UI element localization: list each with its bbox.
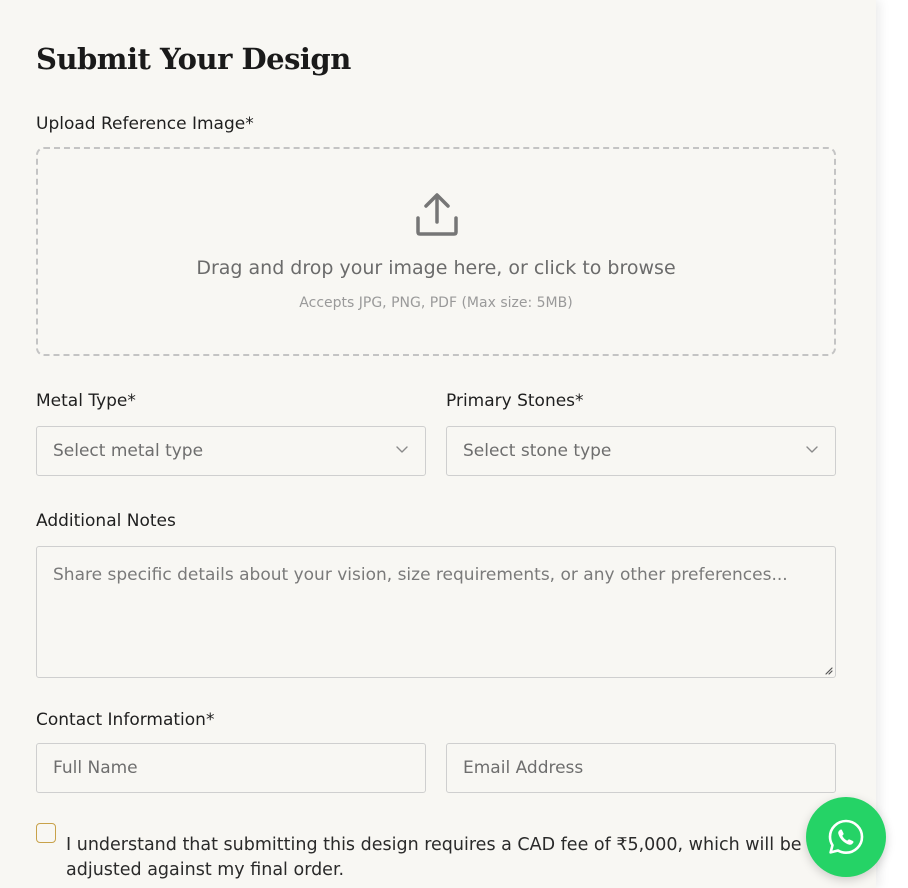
primary-stones-select[interactable]: Select stone type (446, 426, 836, 476)
upload-accepted-formats: Accepts JPG, PNG, PDF (Max size: 5MB) (299, 295, 573, 311)
resize-handle-icon[interactable] (823, 665, 833, 675)
additional-notes-textarea[interactable]: Share specific details about your vision… (36, 546, 836, 678)
metal-type-placeholder: Select metal type (53, 441, 204, 461)
cad-fee-consent-checkbox[interactable] (36, 823, 56, 843)
design-form-card: Submit Your Design Upload Reference Imag… (0, 0, 876, 888)
cad-fee-consent-text: I understand that submitting this design… (66, 835, 802, 880)
notes-placeholder: Share specific details about your vision… (53, 565, 788, 585)
upload-icon (416, 193, 458, 236)
full-name-input[interactable]: Full Name (36, 743, 426, 793)
upload-instructions: Drag and drop your image here, or click … (196, 257, 676, 279)
contact-information-label: Contact Information* (36, 710, 215, 730)
metal-type-select[interactable]: Select metal type (36, 426, 426, 476)
upload-label: Upload Reference Image* (36, 114, 254, 134)
additional-notes-label: Additional Notes (36, 511, 176, 531)
email-address-placeholder: Email Address (463, 758, 584, 778)
chevron-down-icon (396, 446, 408, 453)
whatsapp-icon (828, 819, 864, 854)
primary-stones-label: Primary Stones* (446, 391, 584, 411)
page-title: Submit Your Design (36, 42, 351, 76)
metal-type-label: Metal Type* (36, 391, 136, 411)
upload-dropzone[interactable]: Drag and drop your image here, or click … (36, 147, 836, 356)
whatsapp-chat-button[interactable] (806, 797, 886, 877)
chevron-down-icon (806, 446, 818, 453)
primary-stones-placeholder: Select stone type (463, 441, 612, 461)
email-address-input[interactable]: Email Address (446, 743, 836, 793)
full-name-placeholder: Full Name (53, 758, 138, 778)
